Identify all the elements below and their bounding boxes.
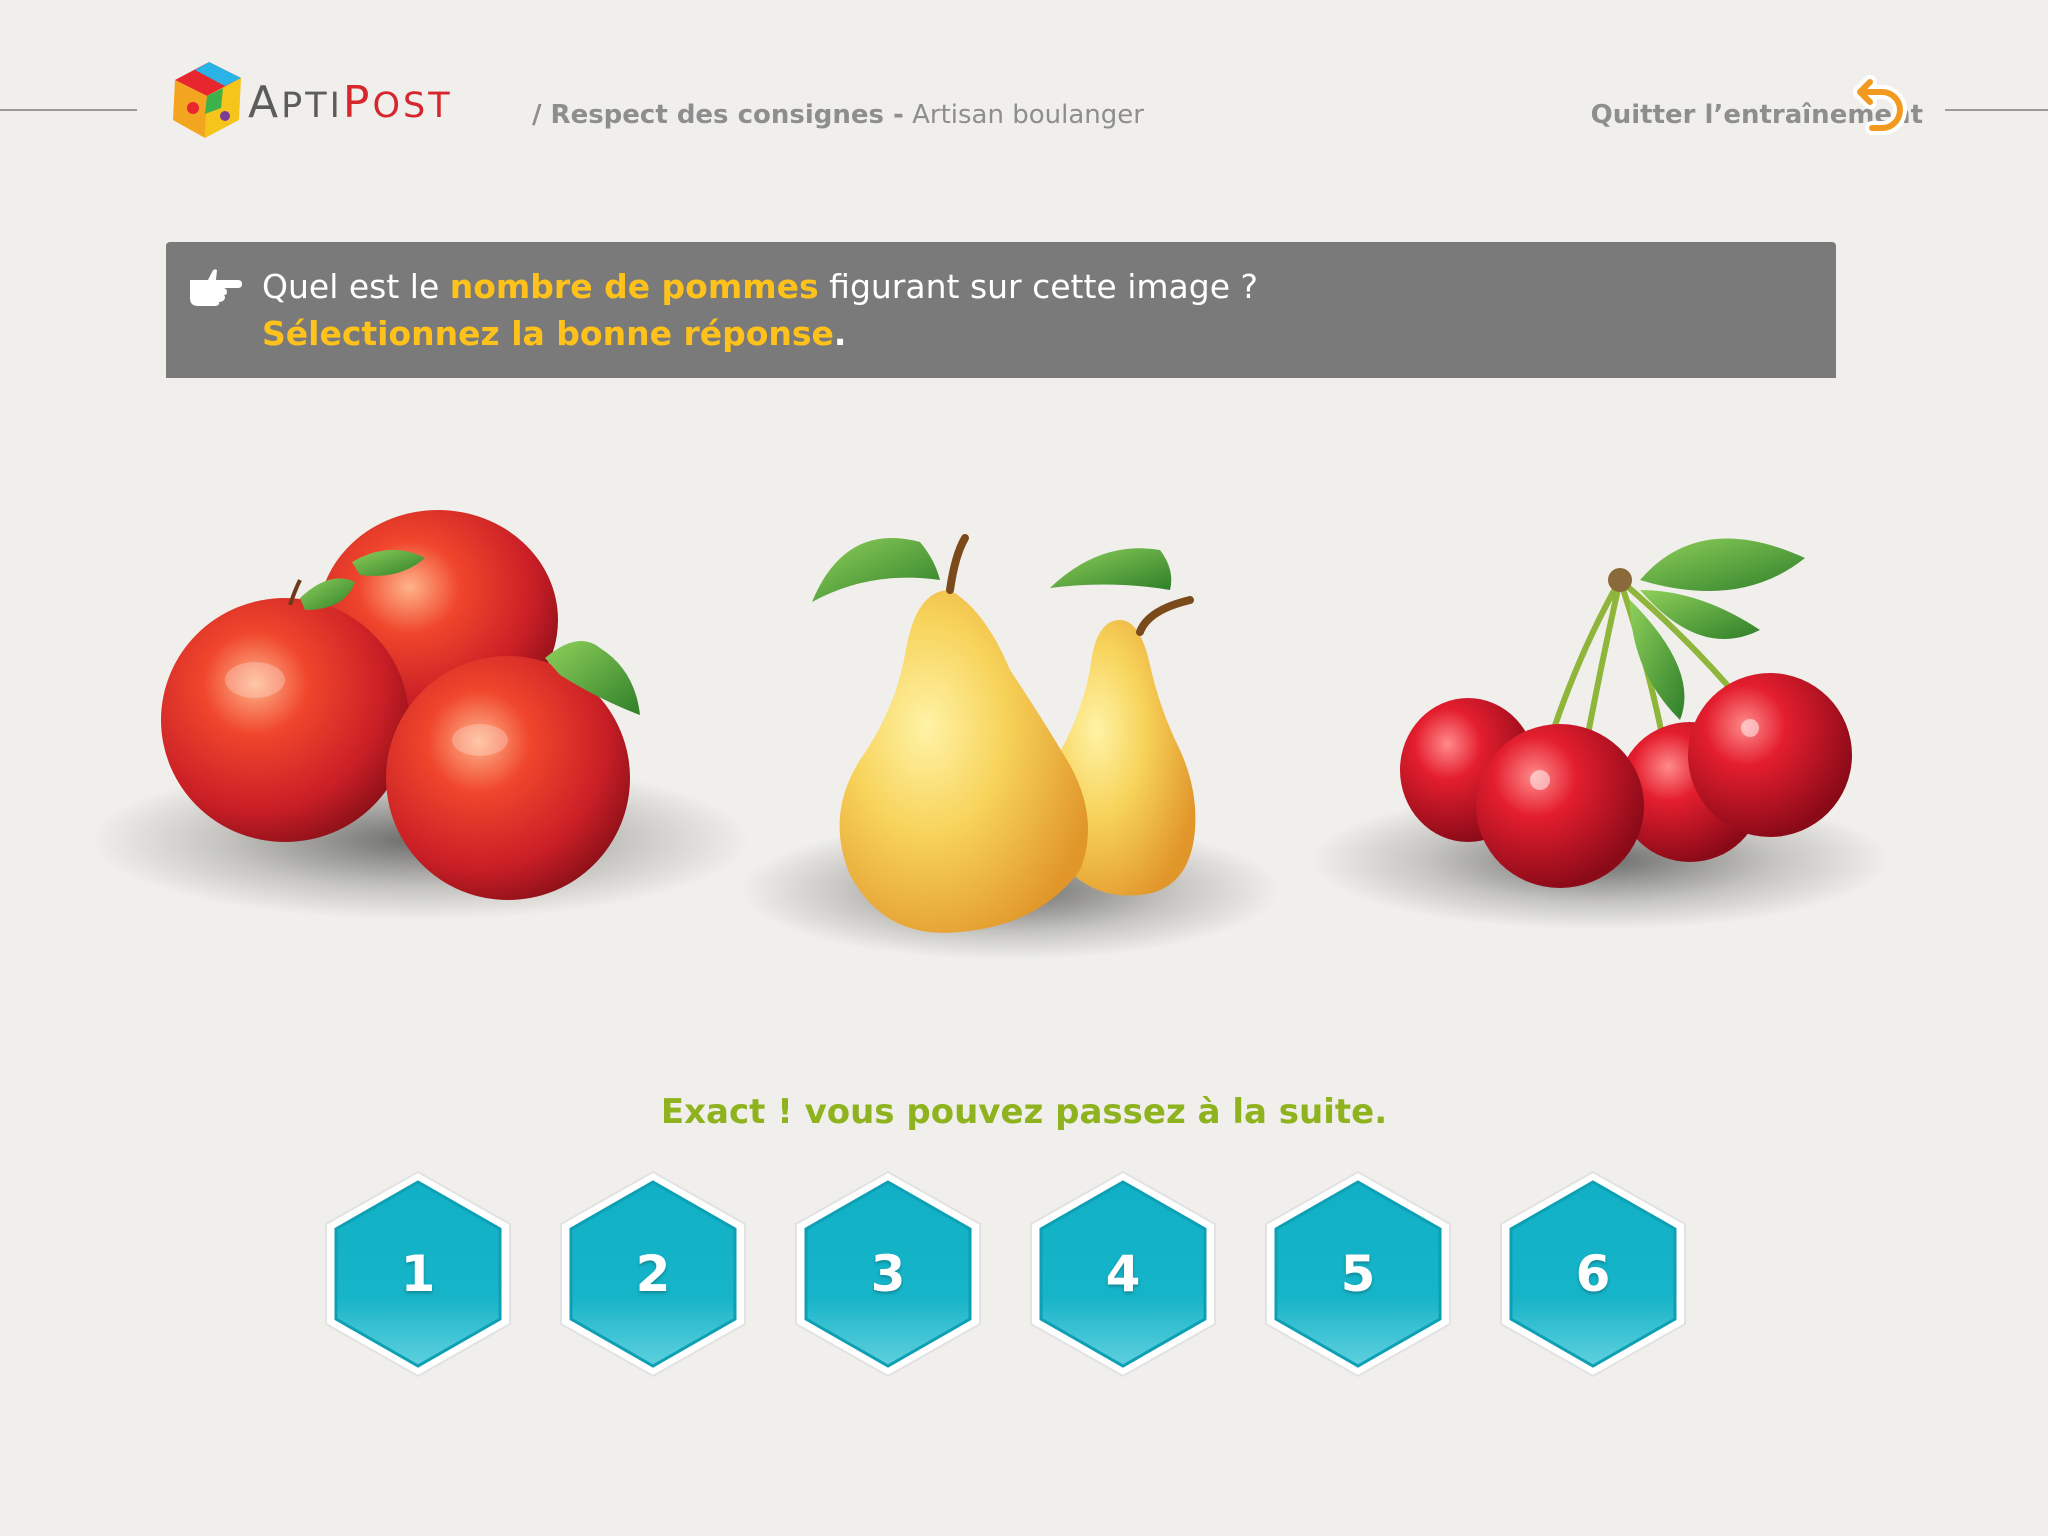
answer-button-5[interactable]: 5 — [1260, 1168, 1456, 1380]
breadcrumb: / Respect des consignes - Artisan boulan… — [532, 100, 1144, 130]
answer-label: 3 — [870, 1245, 906, 1303]
feedback-message: Exact ! vous pouvez passez à la suite. — [660, 1092, 1388, 1132]
question-keyword: nombre de pommes — [449, 267, 819, 306]
question-line-2: Sélectionnez la bonne réponse. — [262, 314, 847, 353]
question-line-1: Quel est le nombre de pommes figurant su… — [262, 267, 1259, 306]
puzzle-cube-icon — [173, 62, 241, 138]
answer-button-3[interactable]: 3 — [790, 1168, 986, 1380]
answer-button-2[interactable]: 2 — [555, 1168, 751, 1380]
logo-wordmark: APTIPOST — [248, 77, 453, 128]
answer-label: 6 — [1575, 1245, 1611, 1303]
answer-label: 2 — [635, 1245, 671, 1303]
answer-label: 1 — [400, 1245, 436, 1303]
pointing-hand-icon — [190, 269, 242, 306]
answer-button-6[interactable]: 6 — [1495, 1168, 1691, 1380]
back-arrow-icon[interactable] — [1852, 72, 1912, 144]
header-rule-left — [0, 109, 137, 111]
answer-button-1[interactable]: 1 — [320, 1168, 516, 1380]
breadcrumb-section: / Respect des consignes - — [532, 100, 904, 130]
answer-label: 5 — [1340, 1245, 1376, 1303]
cherries-image — [1310, 538, 1890, 930]
apples-image — [90, 510, 750, 920]
breadcrumb-context: Artisan boulanger — [912, 100, 1144, 130]
answer-button-4[interactable]: 4 — [1025, 1168, 1221, 1380]
fruit-illustration — [90, 510, 1890, 960]
aptipost-logo[interactable]: APTIPOST — [165, 58, 505, 148]
question-instruction: Sélectionnez la bonne réponse — [262, 314, 834, 353]
pears-image — [740, 534, 1280, 960]
question-banner: Quel est le nombre de pommes figurant su… — [166, 242, 1836, 378]
answer-label: 4 — [1105, 1245, 1141, 1303]
header-rule-right — [1945, 109, 2048, 111]
